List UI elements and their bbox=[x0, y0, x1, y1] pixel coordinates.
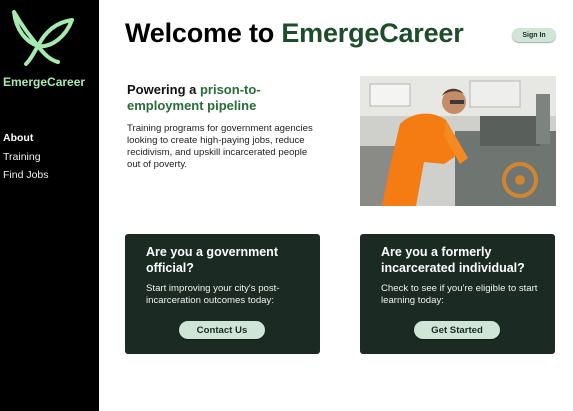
card-heading: Are you a government official? bbox=[146, 245, 278, 275]
brand-name[interactable]: EmergeCareer bbox=[3, 75, 85, 89]
card-heading: Are you a formerly incarcerated individu… bbox=[381, 245, 525, 275]
government-official-card: Are you a government official? Start imp… bbox=[125, 234, 320, 354]
card-description: Check to see if you're eligible to start… bbox=[381, 283, 538, 306]
get-started-button[interactable]: Get Started bbox=[414, 321, 500, 339]
sidebar-item-training[interactable]: Training bbox=[3, 148, 49, 167]
contact-us-button[interactable]: Contact Us bbox=[179, 321, 265, 339]
worker-lathe-illustration bbox=[360, 76, 556, 206]
card-description: Start improving your city's post-incarce… bbox=[146, 283, 280, 306]
sidebar-nav: About Training Find Jobs bbox=[3, 129, 49, 185]
page-title: Welcome to EmergeCareer bbox=[125, 18, 464, 49]
page-title-brand: EmergeCareer bbox=[281, 18, 464, 48]
sidebar-item-about[interactable]: About bbox=[3, 129, 49, 148]
leaf-bird-icon[interactable] bbox=[8, 8, 76, 68]
worker-photo bbox=[360, 76, 556, 206]
page-title-prefix: Welcome to bbox=[125, 18, 282, 48]
hero-heading-prefix: Powering a bbox=[127, 82, 200, 97]
sidebar-item-find-jobs[interactable]: Find Jobs bbox=[3, 166, 49, 185]
hero-description: Training programs for government agencie… bbox=[127, 123, 313, 170]
sidebar: EmergeCareer About Training Find Jobs bbox=[0, 0, 99, 411]
formerly-incarcerated-card: Are you a formerly incarcerated individu… bbox=[360, 234, 555, 354]
sign-in-button[interactable]: Sign In bbox=[512, 28, 556, 42]
hero-heading: Powering a prison-to-employment pipeline bbox=[127, 82, 327, 114]
